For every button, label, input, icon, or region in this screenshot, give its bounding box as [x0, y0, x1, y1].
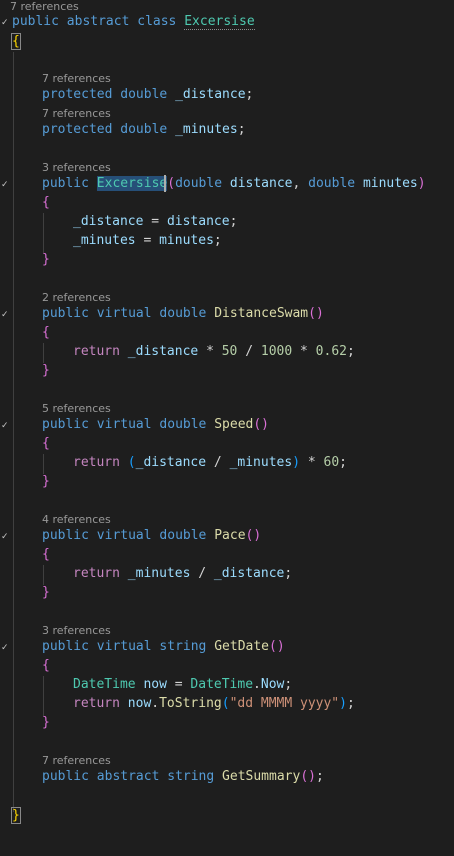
code-line-brace: } — [42, 252, 50, 267]
codelens-references[interactable]: 3 references — [42, 161, 111, 175]
code-line-assign-minutes: _minutes = minutes; — [73, 233, 222, 248]
code-line-close-brace: } — [11, 807, 21, 824]
code-line-open-brace: { — [11, 33, 21, 50]
code-line-brace: } — [42, 363, 50, 378]
codelens-references[interactable]: 2 references — [42, 291, 111, 305]
indent-guide — [43, 676, 44, 716]
code-line-field-distance: protected double _distance; — [42, 87, 254, 102]
indent-guide — [43, 213, 44, 253]
fold-chevron-icon[interactable]: ✓ — [1, 310, 9, 320]
code-line-return-pace: return _minutes / _distance; — [73, 566, 293, 581]
code-line-return-distanceswam: return _distance * 50 / 1000 * 0.62; — [73, 344, 355, 359]
fold-chevron-icon[interactable]: ✓ — [1, 180, 9, 190]
code-line-method-speed: public virtual double Speed() — [42, 417, 270, 432]
code-line-field-minutes: protected double _minutes; — [42, 122, 246, 137]
code-line-method-getdate: public virtual string GetDate() — [42, 639, 285, 654]
indent-guide — [13, 52, 14, 812]
fold-chevron-icon[interactable]: ✓ — [1, 643, 9, 653]
code-line-method-getsummary: public abstract string GetSummary(); — [42, 769, 324, 784]
codelens-references[interactable]: 4 references — [42, 513, 111, 527]
code-line-method-distanceswam: public virtual double DistanceSwam() — [42, 306, 324, 321]
fold-chevron-icon[interactable]: ✓ — [1, 421, 9, 431]
code-line-return-getdate: return now.ToString("dd MMMM yyyy"); — [73, 696, 355, 711]
code-line-brace: } — [42, 474, 50, 489]
fold-chevron-icon[interactable]: ✓ — [1, 18, 9, 28]
code-line-brace: { — [42, 195, 50, 210]
code-line-constructor: public Excersise(double distance, double… — [42, 176, 426, 191]
code-line-return-speed: return (_distance / _minutes) * 60; — [73, 455, 347, 470]
code-line-brace: } — [42, 715, 50, 730]
indent-guide — [43, 343, 44, 363]
indent-guide — [43, 454, 44, 474]
code-line-brace: } — [42, 585, 50, 600]
code-line-datetime-now: DateTime now = DateTime.Now; — [73, 677, 293, 692]
text-cursor — [164, 175, 166, 192]
code-line-class-declaration: public abstract class Excersise — [12, 14, 255, 30]
code-line-brace: { — [42, 436, 50, 451]
codelens-references[interactable]: 3 references — [42, 624, 111, 638]
codelens-references[interactable]: 7 references — [42, 107, 111, 121]
codelens-references[interactable]: 7 references — [42, 754, 111, 768]
codelens-references[interactable]: 5 references — [42, 402, 111, 416]
indent-guide — [43, 565, 44, 585]
code-line-brace: { — [42, 658, 50, 673]
code-line-brace: { — [42, 325, 50, 340]
code-editor[interactable]: ✓ ✓ ✓ ✓ ✓ ✓ 7 references public abstract… — [0, 0, 454, 856]
code-line-brace: { — [42, 547, 50, 562]
code-line-method-pace: public virtual double Pace() — [42, 528, 262, 543]
code-line-assign-distance: _distance = distance; — [73, 214, 238, 229]
fold-chevron-icon[interactable]: ✓ — [1, 532, 9, 542]
codelens-references[interactable]: 7 references — [42, 72, 111, 86]
